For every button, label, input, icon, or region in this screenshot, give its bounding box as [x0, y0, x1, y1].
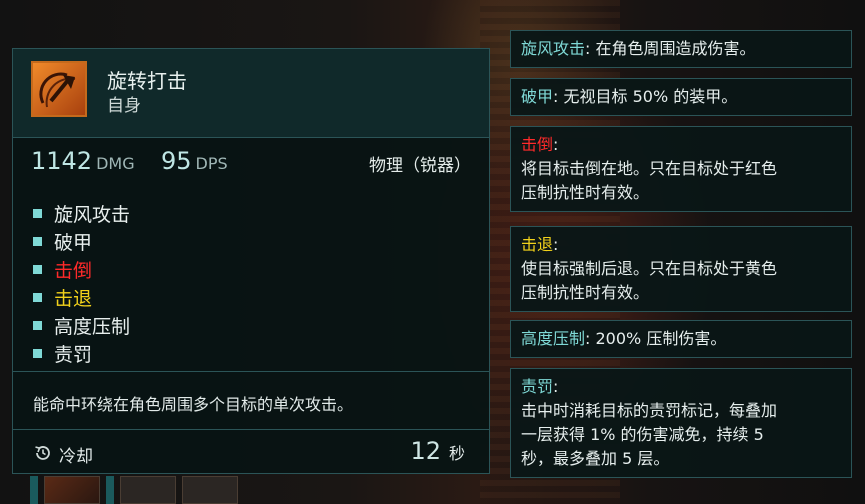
damage-stat: 1142 DMG [31, 147, 135, 175]
axe-swing-icon [31, 61, 87, 117]
bullet-icon [33, 208, 42, 218]
keyword-term: 旋风攻击 [521, 39, 586, 58]
keyword-sep: : [585, 39, 596, 58]
bullet-icon [33, 264, 42, 274]
ability-bar-pip [30, 476, 38, 504]
keyword-text-line: 将目标击倒在地。只在目标处于红色 [521, 159, 778, 178]
ability-slot[interactable] [44, 476, 100, 504]
keyword-item[interactable]: 破甲 [33, 227, 130, 255]
keyword-item[interactable]: 击退 [33, 283, 130, 311]
damage-unit: DMG [96, 154, 135, 173]
dps-stat: 95 DPS [161, 147, 228, 175]
ability-description: 能命中环绕在角色周围多个目标的单次攻击。 [33, 395, 354, 414]
keyword-sep: : [553, 87, 564, 106]
cooldown-icon [33, 443, 53, 467]
damage-value: 1142 [31, 147, 93, 175]
bullet-icon [33, 292, 42, 302]
keyword-panel-knockdown: 击倒: 将目标击倒在地。只在目标处于红色 压制抗性时有效。 [510, 126, 852, 212]
keyword-panel-punishment: 责罚: 击中时消耗目标的责罚标记，每叠加 一层获得 1% 的伤害减免，持续 5 … [510, 368, 852, 478]
keyword-label: 高度压制 [54, 315, 131, 338]
ability-slot[interactable] [182, 476, 238, 504]
ability-target: 自身 [107, 96, 141, 116]
ability-name: 旋转打击 [107, 69, 187, 93]
cooldown-number: 12 [410, 437, 441, 465]
keyword-item[interactable]: 高度压制 [33, 311, 130, 339]
keyword-list: 旋风攻击 破甲 击倒 击退 高度压制 责罚 [33, 199, 130, 367]
bullet-icon [33, 320, 42, 330]
bullet-icon [33, 348, 42, 358]
keyword-sep: : [585, 329, 596, 348]
keyword-text-line: 一层获得 1% 的伤害减免，持续 5 [521, 425, 764, 444]
cooldown-label: 冷却 [59, 447, 93, 467]
keyword-label: 责罚 [54, 343, 93, 366]
keyword-text: 200% 压制伤害。 [595, 329, 727, 348]
keyword-text-line: 压制抗性时有效。 [521, 183, 650, 202]
keyword-text-line: 秒，最多叠加 5 层。 [521, 449, 670, 468]
ability-slot[interactable] [120, 476, 176, 504]
keyword-sep: : [553, 235, 559, 254]
keyword-label: 击倒 [54, 259, 93, 282]
ability-bar [30, 476, 280, 504]
divider [13, 429, 489, 430]
keyword-sep: : [553, 377, 559, 396]
cooldown-unit: 秒 [448, 444, 465, 463]
keyword-panel-high-suppression: 高度压制: 200% 压制伤害。 [510, 320, 852, 358]
keyword-text-line: 击中时消耗目标的责罚标记，每叠加 [521, 401, 778, 420]
bullet-icon [33, 236, 42, 246]
keyword-term: 击退 [521, 235, 554, 254]
keyword-term: 责罚 [521, 377, 554, 396]
keyword-label: 击退 [54, 287, 93, 310]
keyword-item[interactable]: 责罚 [33, 339, 130, 367]
keyword-panel-knockback: 击退: 使目标强制后退。只在目标处于黄色 压制抗性时有效。 [510, 226, 852, 312]
keyword-text: 在角色周围造成伤害。 [595, 39, 756, 58]
ability-tooltip: 旋转打击 自身 1142 DMG 95 DPS 物理（锐器） 旋风攻击 破甲 击倒 … [12, 48, 490, 474]
keyword-label: 破甲 [54, 231, 93, 254]
keyword-item[interactable]: 旋风攻击 [33, 199, 130, 227]
keyword-text-line: 使目标强制后退。只在目标处于黄色 [521, 259, 778, 278]
damage-type: 物理（锐器） [369, 156, 471, 176]
cooldown-value: 12 秒 [410, 437, 465, 465]
keyword-panel-armor-pierce: 破甲: 无视目标 50% 的装甲。 [510, 78, 852, 116]
stat-row: 1142 DMG 95 DPS 物理（锐器） [31, 147, 471, 177]
ability-bar-pip [106, 476, 114, 504]
divider [13, 371, 489, 372]
tooltip-header: 旋转打击 自身 [13, 49, 489, 138]
dps-unit: DPS [195, 154, 228, 173]
keyword-label: 旋风攻击 [54, 203, 131, 226]
dps-value: 95 [161, 147, 192, 175]
keyword-sep: : [553, 135, 559, 154]
keyword-panel-whirlwind: 旋风攻击: 在角色周围造成伤害。 [510, 30, 852, 68]
keyword-text-line: 压制抗性时有效。 [521, 283, 650, 302]
keyword-text: 无视目标 50% 的装甲。 [563, 87, 738, 106]
keyword-term: 高度压制 [521, 329, 586, 348]
keyword-term: 击倒 [521, 135, 554, 154]
keyword-item[interactable]: 击倒 [33, 255, 130, 283]
keyword-term: 破甲 [521, 87, 554, 106]
